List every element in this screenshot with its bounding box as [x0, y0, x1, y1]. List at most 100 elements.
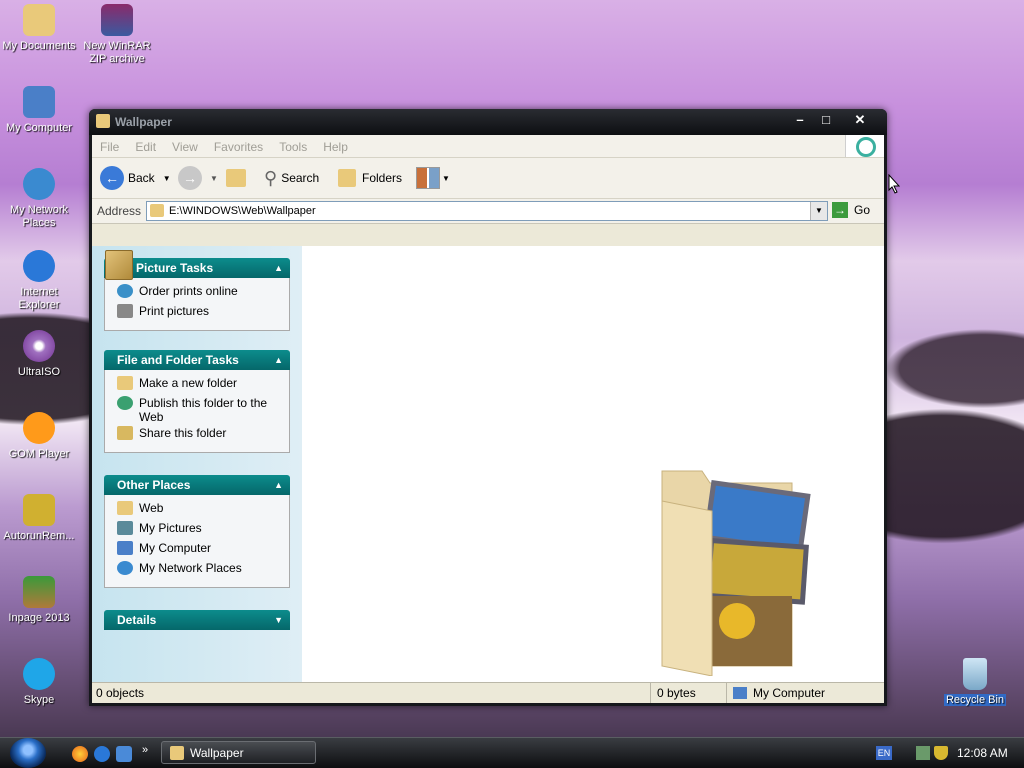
address-value: E:\WINDOWS\Web\Wallpaper: [169, 205, 316, 217]
menu-edit[interactable]: Edit: [127, 135, 164, 154]
back-button[interactable]: ← Back ▼: [100, 166, 171, 190]
desktop-icon-label: Skype: [23, 694, 55, 706]
address-field[interactable]: E:\WINDOWS\Web\Wallpaper ▼: [146, 201, 828, 221]
desktop-icon-my-documents[interactable]: My Documents: [0, 4, 78, 53]
other-places-header[interactable]: Other Places ▲: [104, 475, 290, 495]
panel-title: Other Places: [117, 478, 191, 492]
taskbar-button-wallpaper[interactable]: Wallpaper: [161, 741, 316, 764]
close-button[interactable]: ✕: [847, 111, 873, 129]
up-button[interactable]: [226, 166, 246, 190]
collapse-icon[interactable]: ▲: [274, 475, 283, 495]
picture-folder-icon: [105, 250, 133, 280]
details-header[interactable]: Details ▼: [104, 610, 290, 630]
desktop-icon-recycle-bin[interactable]: Recycle Bin: [936, 658, 1014, 707]
new-folder-icon: [117, 376, 133, 390]
folders-button[interactable]: Folders: [338, 166, 402, 190]
explorer-body: Picture Tasks ▲ Order prints online Prin…: [92, 246, 884, 683]
minimize-button[interactable]: –: [787, 111, 813, 129]
menu-tools[interactable]: Tools: [271, 135, 315, 154]
task-label: Make a new folder: [139, 376, 238, 390]
other-places-panel: Other Places ▲ Web My Pictures My Comput…: [104, 475, 290, 588]
printer-icon: [117, 304, 133, 318]
details-panel: Details ▼: [104, 610, 290, 630]
window-title: Wallpaper: [115, 115, 172, 129]
clock[interactable]: 12:08 AM: [957, 746, 1008, 760]
desktop-icon-inpage[interactable]: Inpage 2013: [0, 576, 78, 625]
quick-launch-ie-icon[interactable]: [94, 746, 110, 762]
title-bar[interactable]: Wallpaper – □ ✕: [89, 109, 887, 135]
views-button[interactable]: ▼: [416, 166, 450, 190]
search-label: Search: [281, 171, 320, 185]
task-make-folder[interactable]: Make a new folder: [117, 376, 289, 396]
place-label: My Pictures: [139, 521, 202, 535]
security-shield-icon[interactable]: [934, 746, 948, 760]
quick-launch-browser-icon[interactable]: [72, 746, 88, 762]
computer-icon: [117, 541, 133, 555]
collapse-icon[interactable]: ▲: [274, 258, 283, 278]
quick-launch-desktop-icon[interactable]: [116, 746, 132, 762]
desktop-icon-skype[interactable]: Skype: [0, 658, 78, 707]
network-tray-icon[interactable]: [916, 746, 930, 760]
desktop-icon-my-computer[interactable]: My Computer: [0, 86, 78, 135]
menu-help[interactable]: Help: [315, 135, 356, 154]
folders-label: Folders: [362, 171, 403, 185]
language-label: EN: [877, 748, 891, 758]
menu-view[interactable]: View: [164, 135, 206, 154]
task-label: Publish this folder to the Web: [139, 396, 268, 424]
language-indicator[interactable]: EN: [876, 746, 892, 760]
dropdown-arrow-icon: ▼: [162, 173, 171, 183]
desktop-icon-label: My Documents: [2, 40, 76, 52]
picture-tasks-panel: Picture Tasks ▲ Order prints online Prin…: [104, 250, 290, 331]
desktop-icon-winrar[interactable]: New WinRAR ZIP archive: [78, 4, 156, 66]
inpage-icon: [23, 576, 55, 608]
start-button[interactable]: [10, 738, 46, 768]
place-my-computer[interactable]: My Computer: [117, 541, 289, 561]
task-order-prints[interactable]: Order prints online: [117, 284, 289, 304]
task-print-pictures[interactable]: Print pictures: [117, 304, 289, 324]
empty-folder-watermark-icon: [661, 470, 811, 676]
place-my-pictures[interactable]: My Pictures: [117, 521, 289, 541]
folder-icon: [96, 114, 110, 128]
publish-web-icon: [117, 396, 133, 410]
picture-tasks-header[interactable]: Picture Tasks ▲: [104, 250, 290, 280]
address-label: Address: [97, 204, 142, 218]
menu-favorites[interactable]: Favorites: [206, 135, 271, 154]
desktop-icon-network[interactable]: My Network Places: [0, 168, 78, 230]
place-label: My Computer: [139, 541, 212, 555]
desktop-icon-label: New WinRAR ZIP archive: [83, 40, 151, 65]
quick-launch-more-icon[interactable]: »: [142, 744, 158, 760]
panel-content: Order prints online Print pictures: [104, 278, 290, 331]
address-dropdown-icon[interactable]: ▼: [810, 202, 827, 220]
place-web[interactable]: Web: [117, 501, 289, 521]
toolbar: ← Back ▼ → ▼ ⚲ Search Folders ▼: [92, 158, 884, 199]
recycle-bin-icon: [963, 658, 987, 690]
folder-icon: [23, 4, 55, 36]
archive-icon: [101, 4, 133, 36]
panel-content: Web My Pictures My Computer My Network P…: [104, 495, 290, 588]
status-objects: 0 objects: [96, 686, 145, 700]
expand-icon[interactable]: ▼: [274, 610, 283, 630]
internet-explorer-icon: [23, 250, 55, 282]
menu-file[interactable]: File: [92, 135, 127, 154]
desktop-icon-gom[interactable]: GOM Player: [0, 412, 78, 461]
window-client: File Edit View Favorites Tools Help ← Back ▼ …: [92, 135, 884, 703]
collapse-icon[interactable]: ▲: [274, 350, 283, 370]
desktop-icon-ultraiso[interactable]: UltraISO: [0, 330, 78, 379]
search-button[interactable]: ⚲ Search: [264, 166, 319, 190]
task-share-folder[interactable]: Share this folder: [117, 426, 289, 446]
desktop-icon-ie[interactable]: Internet Explorer: [0, 250, 78, 312]
place-network[interactable]: My Network Places: [117, 561, 289, 581]
go-button[interactable]: → Go: [832, 201, 870, 219]
maximize-button[interactable]: □: [813, 111, 839, 129]
place-label: My Network Places: [139, 561, 242, 575]
windows-throbber: [845, 135, 884, 157]
globe-icon: [117, 284, 133, 298]
status-location-label: My Computer: [753, 686, 826, 700]
file-folder-tasks-header[interactable]: File and Folder Tasks ▲: [104, 350, 290, 370]
task-publish-web[interactable]: Publish this folder to the Web: [117, 396, 289, 426]
task-label: Wallpaper: [190, 745, 244, 760]
forward-button[interactable]: → ▼: [178, 166, 218, 190]
taskbar: » Wallpaper EN 12:08 AM: [0, 737, 1024, 768]
computer-icon: [23, 86, 55, 118]
desktop-icon-autorun[interactable]: AutorunRem...: [0, 494, 78, 543]
